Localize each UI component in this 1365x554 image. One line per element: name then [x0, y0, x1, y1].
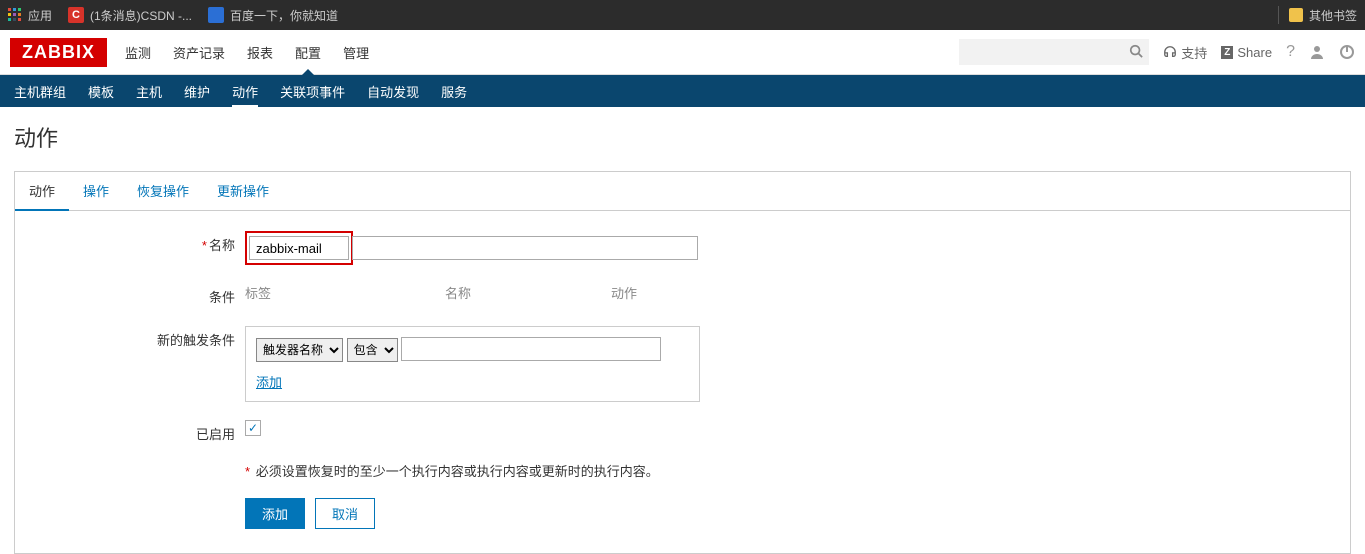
subnav-templates[interactable]: 模板 — [88, 75, 114, 108]
bookmark-apps-label: 应用 — [28, 7, 52, 24]
nav-inventory[interactable]: 资产记录 — [173, 31, 225, 74]
nav-reports[interactable]: 报表 — [247, 31, 273, 74]
main-nav: 监测 资产记录 报表 配置 管理 — [125, 31, 369, 74]
required-marker: * — [202, 238, 207, 253]
warning-text: 必须设置恢复时的至少一个执行内容或执行内容或更新时的执行内容。 — [256, 464, 659, 479]
nav-configuration[interactable]: 配置 — [295, 31, 321, 74]
add-condition-link[interactable]: 添加 — [256, 372, 282, 391]
conditions-table-header: 标签 名称 动作 — [245, 283, 700, 302]
submit-button[interactable]: 添加 — [245, 498, 305, 529]
browser-bookmark-bar: 应用 C (1条消息)CSDN -... 百度一下，你就知道 其他书签 — [0, 0, 1365, 30]
zabbix-header: ZABBIX 监测 资产记录 报表 配置 管理 支持 Z Share ? — [0, 30, 1365, 75]
enabled-checkbox[interactable]: ✓ — [245, 420, 261, 436]
tab-action[interactable]: 动作 — [15, 172, 69, 211]
bookmark-other-label: 其他书签 — [1309, 7, 1357, 24]
cancel-button[interactable]: 取消 — [315, 498, 375, 529]
required-marker: * — [245, 464, 250, 479]
name-input[interactable] — [249, 236, 349, 260]
tab-recovery[interactable]: 恢复操作 — [123, 172, 203, 210]
form-area: *名称 条件 标签 名称 动作 新的触发条件 — [15, 211, 1350, 553]
bookmark-baidu-label: 百度一下，你就知道 — [230, 7, 338, 24]
condition-value-input[interactable] — [401, 337, 661, 361]
share-badge-icon: Z — [1221, 46, 1233, 59]
bookmark-other[interactable]: 其他书签 — [1289, 7, 1357, 24]
subnav-correlation[interactable]: 关联项事件 — [280, 75, 345, 108]
subnav-maintenance[interactable]: 维护 — [184, 75, 210, 108]
headset-icon — [1163, 45, 1177, 59]
name-input-extension[interactable] — [352, 236, 698, 260]
subnav-hosts[interactable]: 主机 — [136, 75, 162, 108]
tab-update[interactable]: 更新操作 — [203, 172, 283, 210]
name-label: *名称 — [35, 231, 245, 254]
search-box — [959, 39, 1149, 65]
content-panel: 动作 操作 恢复操作 更新操作 *名称 条件 标签 名称 动作 — [14, 171, 1351, 554]
condition-type-select[interactable]: 触发器名称 — [256, 338, 343, 362]
cond-header-label: 标签 — [245, 283, 305, 302]
apps-icon — [8, 8, 22, 22]
cond-header-action: 动作 — [611, 283, 637, 302]
nav-monitoring[interactable]: 监测 — [125, 31, 151, 74]
bookmark-apps[interactable]: 应用 — [8, 7, 52, 24]
subnav-actions[interactable]: 动作 — [232, 75, 258, 108]
name-highlight-box — [245, 231, 353, 265]
tabs: 动作 操作 恢复操作 更新操作 — [15, 172, 1350, 211]
subnav-host-groups[interactable]: 主机群组 — [14, 75, 66, 108]
share-link[interactable]: Z Share — [1221, 45, 1272, 60]
nav-administration[interactable]: 管理 — [343, 31, 369, 74]
search-input[interactable] — [959, 39, 1149, 65]
new-condition-box: 触发器名称 包含 添加 — [245, 326, 700, 402]
new-condition-label: 新的触发条件 — [35, 326, 245, 349]
cond-header-name: 名称 — [445, 283, 471, 302]
bookmark-csdn-label: (1条消息)CSDN -... — [90, 7, 192, 24]
sub-nav: 主机群组 模板 主机 维护 动作 关联项事件 自动发现 服务 — [0, 75, 1365, 107]
condition-operator-select[interactable]: 包含 — [347, 338, 398, 362]
support-link[interactable]: 支持 — [1163, 43, 1207, 62]
power-icon[interactable] — [1339, 44, 1355, 60]
folder-icon — [1289, 8, 1303, 22]
conditions-label: 条件 — [35, 283, 245, 306]
help-icon[interactable]: ? — [1286, 43, 1295, 61]
baidu-icon — [208, 7, 224, 23]
csdn-icon: C — [68, 7, 84, 23]
subnav-services[interactable]: 服务 — [441, 75, 467, 108]
search-icon[interactable] — [1129, 44, 1143, 58]
user-icon[interactable] — [1309, 44, 1325, 60]
divider — [1278, 6, 1279, 24]
subnav-discovery[interactable]: 自动发现 — [367, 75, 419, 108]
bookmark-baidu[interactable]: 百度一下，你就知道 — [208, 7, 338, 24]
bookmark-csdn[interactable]: C (1条消息)CSDN -... — [68, 7, 192, 24]
tab-operations[interactable]: 操作 — [69, 172, 123, 210]
zabbix-logo[interactable]: ZABBIX — [10, 38, 107, 67]
page-title: 动作 — [0, 107, 1365, 171]
enabled-label: 已启用 — [35, 420, 245, 443]
